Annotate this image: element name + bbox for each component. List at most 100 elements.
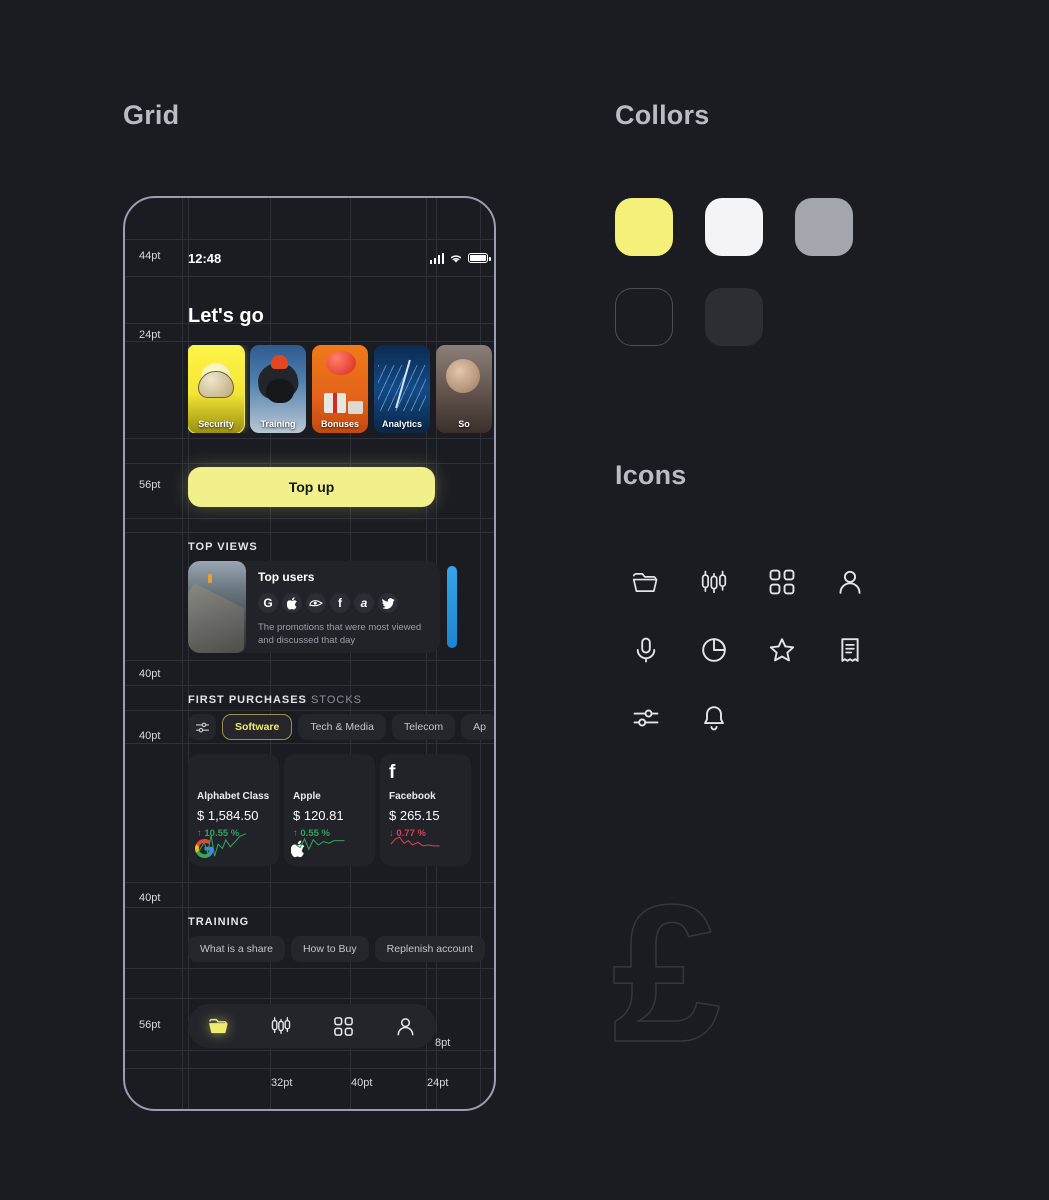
measurement-label: 40pt <box>139 730 161 742</box>
stock-sparkline <box>198 833 247 857</box>
nav-person-icon[interactable] <box>392 1013 418 1039</box>
nav-folder-icon[interactable] <box>206 1013 232 1039</box>
top-users-photo <box>188 561 246 653</box>
top-up-button[interactable]: Top up <box>188 467 435 507</box>
story-label: Training <box>260 419 296 429</box>
top-views-label: TOP VIEWS <box>188 541 258 553</box>
color-swatch-dark-gray <box>705 288 763 346</box>
apple-icon <box>282 593 302 613</box>
story-card-training[interactable]: Training <box>250 345 306 433</box>
color-swatch-gray <box>795 198 853 256</box>
greeting-heading: Let's go <box>188 305 264 327</box>
colors-section-title: Collors <box>615 100 710 130</box>
icons-section-title: Icons <box>615 460 687 490</box>
stock-name: Facebook <box>389 791 436 802</box>
brand-icon-row: G f a <box>258 593 432 613</box>
color-swatch-white <box>705 198 763 256</box>
story-label: Security <box>198 419 234 429</box>
color-swatch-yellow <box>615 198 673 256</box>
phone-screen: 12:48 Let's go Security Training Bonuses… <box>125 198 494 1109</box>
status-bar-clock: 12:48 <box>188 250 222 266</box>
sliders-icon <box>612 684 680 752</box>
nvidia-icon <box>306 593 326 613</box>
nav-candlestick-icon[interactable] <box>268 1013 294 1039</box>
story-label: Analytics <box>381 419 423 429</box>
stock-sparkline <box>390 836 440 847</box>
amazon-icon: a <box>354 593 374 613</box>
first-purchases-bold: FIRST PURCHASES <box>188 694 307 706</box>
story-card-social[interactable]: So <box>436 345 492 433</box>
measurement-label: 8pt <box>435 1037 451 1049</box>
twitter-icon <box>378 593 398 613</box>
top-users-title: Top users <box>258 570 315 584</box>
stock-card-row[interactable]: Alphabet Class $ 1,584.50 ↑ 10.55 % Appl… <box>188 754 494 866</box>
document-icon <box>816 616 884 684</box>
stock-card-apple[interactable]: Apple $ 120.81 ↑ 0.55 % <box>284 754 375 866</box>
filter-chip-row[interactable]: Software Tech & Media Telecom Ap <box>188 714 494 740</box>
measurement-label: 56pt <box>139 1019 161 1031</box>
story-label: So <box>458 419 470 429</box>
stock-card-alphabet[interactable]: Alphabet Class $ 1,584.50 ↑ 10.55 % <box>188 754 279 866</box>
filter-chip-telecom[interactable]: Telecom <box>391 714 456 740</box>
measurement-label: 56pt <box>139 479 161 491</box>
first-purchases-label: FIRST PURCHASES STOCKS <box>188 694 362 706</box>
bottom-navigation-bar[interactable] <box>188 1004 436 1048</box>
training-chip-row[interactable]: What is a share How to Buy Replenish acc… <box>188 936 494 962</box>
wifi-icon <box>450 254 462 263</box>
training-chip-how-to-buy[interactable]: How to Buy <box>290 936 369 962</box>
training-label: TRAINING <box>188 916 250 928</box>
first-purchases-muted: STOCKS <box>310 694 362 706</box>
training-chip-what-is-a-share[interactable]: What is a share <box>188 936 285 962</box>
icon-library-grid <box>612 548 882 752</box>
training-chip-replenish-account[interactable]: Replenish account <box>374 936 486 962</box>
cellular-bars-icon <box>429 252 444 264</box>
story-label: Bonuses <box>320 419 359 429</box>
measurement-label: 32pt <box>271 1077 293 1089</box>
status-bar-icons <box>429 252 491 264</box>
filter-chip-software[interactable]: Software <box>222 714 293 740</box>
stock-price: $ 120.81 <box>293 808 344 823</box>
color-swatch-black <box>615 288 673 346</box>
nav-grid-icon[interactable] <box>330 1013 356 1039</box>
pie-chart-icon <box>680 616 748 684</box>
bell-icon <box>680 684 748 752</box>
phone-mockup: 12:48 Let's go Security Training Bonuses… <box>123 196 496 1111</box>
story-card-analytics[interactable]: Analytics <box>374 345 430 433</box>
pound-currency-symbol: £ <box>611 864 722 1083</box>
stock-name: Apple <box>293 791 321 802</box>
grid-section-title: Grid <box>123 100 180 130</box>
measurement-label: 24pt <box>139 329 161 341</box>
google-icon: G <box>258 593 278 613</box>
battery-full-icon <box>468 253 491 263</box>
grid-icon <box>748 548 816 616</box>
candlestick-icon <box>680 548 748 616</box>
stories-carousel[interactable]: Security Training Bonuses Analytics So <box>188 345 494 433</box>
measurement-label: 24pt <box>427 1077 449 1089</box>
folder-icon <box>612 548 680 616</box>
filter-settings-button[interactable] <box>188 714 216 740</box>
measurement-label: 40pt <box>139 668 161 680</box>
stock-card-facebook[interactable]: f Facebook $ 265.15 ↓ 0.77 % <box>380 754 471 866</box>
story-card-security[interactable]: Security <box>188 345 245 433</box>
top-users-description: The promotions that were most viewed and… <box>258 622 422 646</box>
next-card-peek[interactable] <box>447 566 457 648</box>
stock-name: Alphabet Class <box>197 791 270 802</box>
top-users-card[interactable]: Top users G f a The promotions that were… <box>188 561 440 653</box>
star-icon <box>748 616 816 684</box>
apple-icon <box>291 763 366 858</box>
stock-price: $ 265.15 <box>389 808 440 823</box>
google-icon <box>195 763 270 858</box>
person-icon <box>816 548 884 616</box>
facebook-icon: f <box>330 593 350 613</box>
status-bar: 12:48 <box>188 248 491 268</box>
stock-price: $ 1,584.50 <box>197 808 259 823</box>
stock-sparkline <box>294 837 345 851</box>
measurement-label: 40pt <box>351 1077 373 1089</box>
story-card-bonuses[interactable]: Bonuses <box>312 345 368 433</box>
microphone-icon <box>612 616 680 684</box>
facebook-icon: f <box>389 762 396 783</box>
measurement-label: 40pt <box>139 892 161 904</box>
measurement-label: 44pt <box>139 250 161 262</box>
filter-chip-apparel[interactable]: Ap <box>461 714 494 740</box>
filter-chip-tech-media[interactable]: Tech & Media <box>298 714 386 740</box>
